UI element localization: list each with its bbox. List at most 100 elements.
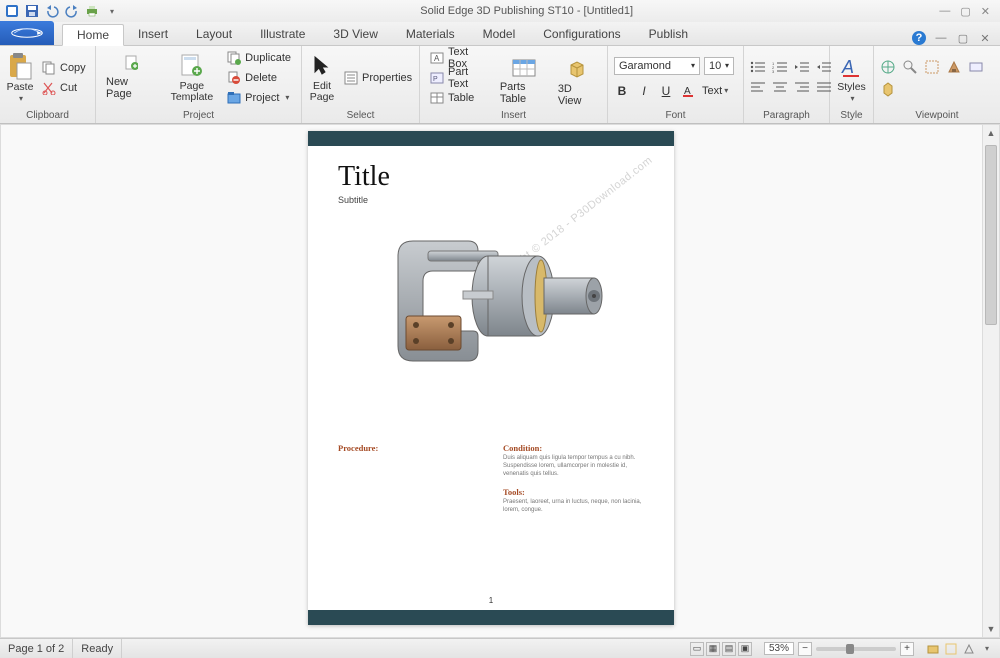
viewpoint-tool-3[interactable] [924, 59, 940, 75]
align-left-button[interactable] [750, 81, 766, 95]
procedure-heading[interactable]: Procedure: [338, 443, 378, 453]
align-center-button[interactable] [772, 81, 788, 95]
numbering-button[interactable]: 123 [772, 61, 788, 75]
tools-text[interactable]: Praesent, laoreet, urna in luctus, neque… [503, 498, 643, 514]
text-menu-label: Text [702, 85, 722, 97]
new-page-button[interactable]: New Page [102, 56, 161, 100]
bold-button[interactable]: B [614, 83, 630, 99]
help-icon[interactable]: ? [912, 31, 926, 45]
redo-icon[interactable] [64, 3, 80, 19]
paste-button[interactable]: Paste ▾ [6, 49, 34, 107]
vertical-scrollbar[interactable]: ▲ ▼ [982, 125, 999, 637]
select-group-label: Select [302, 109, 419, 123]
view-mode-2[interactable]: ▦ [706, 642, 720, 656]
app-button[interactable] [0, 21, 54, 45]
font-group-label: Font [608, 109, 743, 123]
edit-page-button[interactable]: Edit Page [308, 49, 336, 107]
table-icon [430, 91, 444, 105]
view-mode-3[interactable]: ▤ [722, 642, 736, 656]
viewpoint-tool-6[interactable] [880, 81, 896, 97]
mdi-close-icon[interactable]: ✕ [978, 31, 992, 45]
styles-button[interactable]: A Styles ▾ [836, 49, 867, 107]
tools-heading[interactable]: Tools: [503, 487, 525, 497]
new-page-icon [124, 56, 138, 70]
text-box-button[interactable]: AText Box [426, 49, 494, 67]
view-mode-1[interactable]: ▭ [690, 642, 704, 656]
bullets-button[interactable] [750, 61, 766, 75]
properties-button[interactable]: Properties [340, 69, 416, 87]
app-menu-icon[interactable] [4, 3, 20, 19]
underline-button[interactable]: U [658, 83, 674, 99]
part-text-button[interactable]: PPart Text [426, 69, 494, 87]
parts-table-button[interactable]: Parts Table [496, 59, 552, 97]
status-icon-3[interactable] [962, 642, 976, 656]
font-color-button[interactable]: A [680, 83, 696, 99]
status-dropdown-icon[interactable]: ▾ [980, 642, 994, 656]
mdi-minimize-icon[interactable]: — [934, 31, 948, 45]
duplicate-button[interactable]: Duplicate [223, 49, 295, 67]
viewpoint-tool-2[interactable] [902, 59, 918, 75]
qat-dropdown-icon[interactable]: ▾ [104, 3, 120, 19]
print-icon[interactable] [84, 3, 100, 19]
doc-title[interactable]: Title [338, 161, 390, 193]
part-illustration[interactable] [378, 221, 618, 391]
maximize-button[interactable]: ▢ [960, 5, 970, 18]
close-button[interactable]: ✕ [981, 5, 990, 18]
tab-3d-view[interactable]: 3D View [319, 23, 391, 45]
project-button[interactable]: Project ▾ [223, 89, 295, 107]
properties-icon [344, 71, 358, 85]
3d-view-button[interactable]: 3D View [554, 59, 601, 97]
zoom-in-button[interactable]: + [900, 642, 914, 656]
scroll-down-icon[interactable]: ▼ [983, 621, 999, 637]
tab-publish[interactable]: Publish [635, 23, 702, 45]
tab-insert[interactable]: Insert [124, 23, 182, 45]
scroll-up-icon[interactable]: ▲ [983, 125, 999, 141]
clipboard-group-label: Clipboard [0, 109, 95, 123]
save-icon[interactable] [24, 3, 40, 19]
condition-text[interactable]: Duis aliquam quis ligula tempor tempus a… [503, 454, 643, 478]
insert-group-label: Insert [420, 109, 607, 123]
tab-materials[interactable]: Materials [392, 23, 469, 45]
cut-button[interactable]: Cut [38, 79, 90, 97]
zoom-slider[interactable] [816, 647, 896, 651]
zoom-percent[interactable]: 53% [764, 642, 794, 655]
page-template-button[interactable]: Page Template [165, 49, 220, 107]
minimize-button[interactable]: — [939, 5, 950, 18]
viewpoint-tool-4[interactable] [946, 59, 962, 75]
table-button[interactable]: Table [426, 89, 494, 107]
tab-configurations[interactable]: Configurations [529, 23, 634, 45]
page-footer-band [308, 610, 674, 625]
font-size-select[interactable]: 10▾ [704, 57, 734, 75]
delete-icon [227, 71, 241, 85]
mdi-restore-icon[interactable]: ▢ [956, 31, 970, 45]
tab-home[interactable]: Home [62, 24, 124, 46]
align-right-button[interactable] [794, 81, 810, 95]
zoom-out-button[interactable]: − [798, 642, 812, 656]
outdent-button[interactable] [794, 61, 810, 75]
doc-subtitle[interactable]: Subtitle [338, 195, 368, 205]
document-canvas[interactable]: Title Subtitle Copyright © 2018 - P30Dow… [0, 124, 1000, 638]
text-menu-button[interactable]: Text▾ [702, 83, 728, 99]
delete-button[interactable]: Delete [223, 69, 295, 87]
font-family-select[interactable]: Garamond▾ [614, 57, 700, 75]
tab-illustrate[interactable]: Illustrate [246, 23, 319, 45]
styles-label: Styles [837, 82, 866, 93]
page-preview[interactable]: Title Subtitle Copyright © 2018 - P30Dow… [308, 131, 674, 625]
viewpoint-tool-5[interactable] [968, 59, 984, 75]
status-icon-1[interactable] [926, 642, 940, 656]
italic-button[interactable]: I [636, 83, 652, 99]
project-icon [227, 91, 241, 105]
zoom-slider-knob[interactable] [846, 644, 854, 654]
copy-button[interactable]: Copy [38, 59, 90, 77]
cube-icon [567, 59, 587, 79]
undo-icon[interactable] [44, 3, 60, 19]
viewpoint-tool-1[interactable] [880, 59, 896, 75]
page-header-band [308, 131, 674, 146]
view-mode-4[interactable]: ▣ [738, 642, 752, 656]
svg-text:3: 3 [772, 69, 775, 73]
tab-model[interactable]: Model [469, 23, 530, 45]
scroll-thumb[interactable] [985, 145, 997, 325]
status-icon-2[interactable] [944, 642, 958, 656]
tab-layout[interactable]: Layout [182, 23, 246, 45]
condition-heading[interactable]: Condition: [503, 443, 542, 453]
